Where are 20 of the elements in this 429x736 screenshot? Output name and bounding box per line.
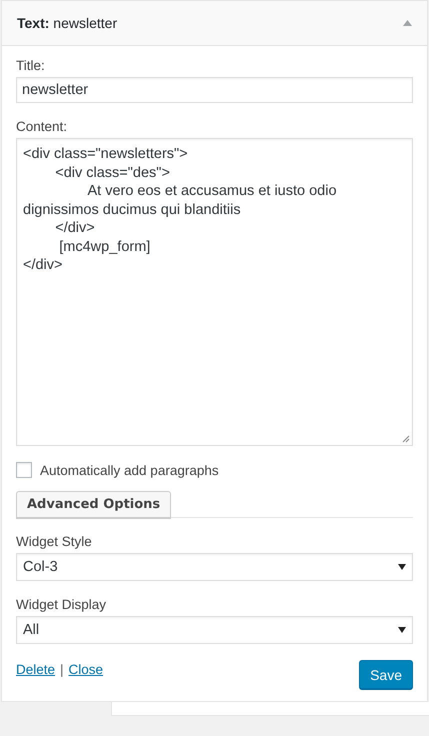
save-button[interactable]: Save xyxy=(359,660,413,689)
close-link[interactable]: Close xyxy=(68,662,104,677)
dropdown-arrow-icon[interactable] xyxy=(398,627,406,633)
collapse-icon[interactable] xyxy=(403,20,412,26)
link-separator: | xyxy=(60,662,64,677)
select-dropdown[interactable]: All xyxy=(16,616,413,644)
title-input[interactable]: newsletter xyxy=(16,77,413,103)
content-textarea[interactable]: <div class="newsletters"> <div class="des"> At vero eos et accusamus et iusto odio dignissimos ducimus qui blanditiis </div> [mc4wp_form] </div> xyxy=(16,138,413,446)
widget-title: Text: newsletter xyxy=(17,15,118,31)
advanced-options-button[interactable]: Advanced Options xyxy=(16,491,172,518)
select-dropdown[interactable]: Col-3 xyxy=(16,553,413,581)
delete-link[interactable]: Delete xyxy=(16,662,56,677)
resize-grip-icon[interactable] xyxy=(402,435,410,443)
dropdown-arrow-icon[interactable] xyxy=(398,564,406,570)
field-label: Title: xyxy=(16,58,46,73)
field-label: Widget Display xyxy=(16,597,108,612)
field-label: Content: xyxy=(16,119,68,134)
checkbox[interactable] xyxy=(16,462,32,478)
field-label: Widget Style xyxy=(16,534,93,549)
checkbox-label: Automatically add paragraphs xyxy=(40,462,219,478)
